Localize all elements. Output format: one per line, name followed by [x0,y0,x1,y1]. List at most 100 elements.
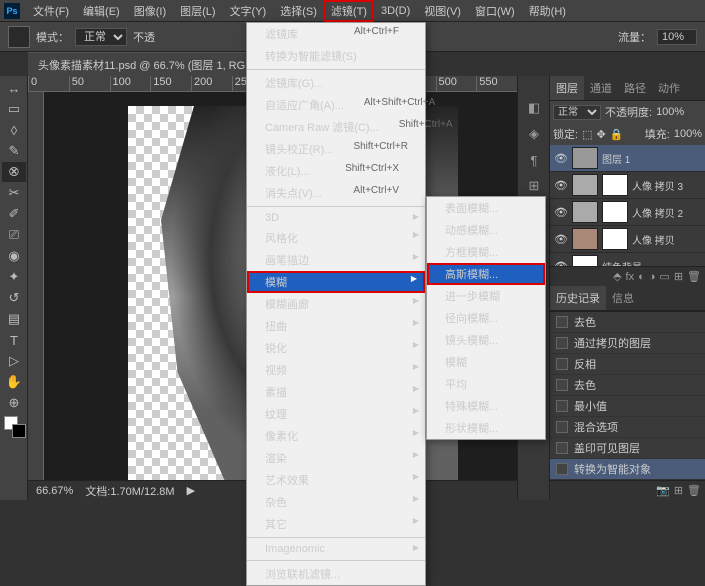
menu-item[interactable]: 扭曲 [247,315,425,337]
paths-tab[interactable]: 路径 [618,76,652,100]
layer-thumb[interactable] [572,255,598,266]
collapsed-panel-icon[interactable]: ◈ [522,122,546,146]
menu-item[interactable]: 纹理 [247,403,425,425]
blend-mode-select[interactable]: 正常 [75,28,127,46]
menu-item[interactable]: 3D [247,209,425,227]
menu-item[interactable]: 液化(L)...Shift+Ctrl+X [247,160,425,182]
fill-value[interactable]: 100% [674,128,702,140]
menu-item[interactable]: 高斯模糊... [427,263,545,285]
menu-item[interactable]: 动感模糊... [427,219,545,241]
mask-thumb[interactable] [602,174,628,196]
adjustment-layer-icon[interactable]: ◑ [649,271,656,283]
menu-item[interactable]: 其它 [247,513,425,535]
visibility-icon[interactable]: 👁 [554,179,568,192]
snapshot-icon[interactable]: 📷 [656,484,670,497]
history-item[interactable]: 混合选项 [550,417,705,438]
history-item[interactable]: 最小值 [550,396,705,417]
menu-item[interactable]: 模糊 [427,351,545,373]
new-state-icon[interactable]: ⊞ [674,484,683,497]
collapsed-panel-icon[interactable]: ¶ [522,148,546,172]
layer-row[interactable]: 👁人像 拷贝 3 [550,172,705,199]
tool-14[interactable]: ✋ [2,372,26,392]
mask-thumb[interactable] [602,201,628,223]
info-tab[interactable]: 信息 [606,286,640,310]
status-arrow-icon[interactable]: ▶ [187,484,195,497]
history-item[interactable]: 盖印可见图层 [550,438,705,459]
menu-item[interactable]: 镜头模糊... [427,329,545,351]
menu-item[interactable]: 模糊 [247,271,425,293]
menu-item[interactable]: 转换为智能滤镜(S) [247,45,425,67]
lock-all-icon[interactable]: 🔒 [610,128,624,141]
menu-item[interactable]: 像素化 [247,425,425,447]
layer-row[interactable]: 👁图层 1 [550,145,705,172]
menu-item[interactable]: 渲染 [247,447,425,469]
layer-fx-icon[interactable]: fx [626,271,635,283]
layer-mask-icon[interactable]: ◐ [638,271,645,283]
visibility-icon[interactable]: 👁 [554,206,568,219]
tool-6[interactable]: ✐ [2,204,26,224]
menu-item[interactable]: 表面模糊... [427,197,545,219]
history-tab[interactable]: 历史记录 [550,286,606,310]
menu-item[interactable]: 滤镜库Alt+Ctrl+F [247,23,425,45]
menu-3d[interactable]: 3D(D) [374,2,417,20]
zoom-level[interactable]: 66.67% [36,485,73,497]
menu-edit[interactable]: 编辑(E) [76,0,127,22]
new-layer-icon[interactable]: ⊞ [674,270,683,283]
tool-7[interactable]: ⎚ [2,225,26,245]
background-color[interactable] [12,424,26,438]
tool-8[interactable]: ◉ [2,246,26,266]
tool-preset[interactable] [8,26,30,48]
delete-layer-icon[interactable]: 🗑 [687,270,701,283]
tool-9[interactable]: ✦ [2,267,26,287]
tool-0[interactable]: ↔ [2,78,26,98]
layer-thumb[interactable] [572,174,598,196]
layer-blend-select[interactable]: 正常 [553,105,601,120]
history-item[interactable]: 去色 [550,375,705,396]
menu-item[interactable]: 锐化 [247,337,425,359]
menu-item[interactable]: 进一步模糊 [427,285,545,307]
menu-item[interactable]: 艺术效果 [247,469,425,491]
visibility-icon[interactable]: 👁 [554,152,568,165]
menu-layer[interactable]: 图层(L) [173,0,222,22]
menu-window[interactable]: 窗口(W) [468,0,522,22]
tool-11[interactable]: ▤ [2,309,26,329]
menu-item[interactable]: 自适应广角(A)...Alt+Shift+Ctrl+A [247,94,425,116]
layer-thumb[interactable] [572,228,598,250]
history-item[interactable]: 转换为智能对象 [550,459,705,480]
menu-item[interactable]: 素描 [247,381,425,403]
menu-item[interactable]: 杂色 [247,491,425,513]
menu-select[interactable]: 选择(S) [273,0,324,22]
history-item[interactable]: 去色 [550,312,705,333]
layer-thumb[interactable] [572,147,598,169]
layer-thumb[interactable] [572,201,598,223]
tool-10[interactable]: ↺ [2,288,26,308]
menu-item[interactable]: 画笔描边 [247,249,425,271]
history-item[interactable]: 通过拷贝的图层 [550,333,705,354]
tool-13[interactable]: ▷ [2,351,26,371]
link-layers-icon[interactable]: ⬘ [613,270,621,283]
collapsed-panel-icon[interactable]: ⊞ [522,174,546,198]
opacity-value[interactable]: 100% [656,106,684,118]
tool-5[interactable]: ✂ [2,183,26,203]
actions-tab[interactable]: 动作 [652,76,686,100]
menu-item[interactable]: 视频 [247,359,425,381]
menu-image[interactable]: 图像(I) [127,0,173,22]
menu-item[interactable]: 特殊模糊... [427,395,545,417]
menu-item[interactable]: 模糊画廊 [247,293,425,315]
menu-view[interactable]: 视图(V) [417,0,468,22]
menu-help[interactable]: 帮助(H) [522,0,573,22]
menu-item[interactable]: 平均 [427,373,545,395]
menu-item[interactable]: 径向模糊... [427,307,545,329]
layers-tab[interactable]: 图层 [550,76,584,100]
tool-1[interactable]: ▭ [2,99,26,119]
tool-15[interactable]: ⊕ [2,393,26,413]
history-item[interactable]: 反相 [550,354,705,375]
menu-item[interactable]: 滤镜库(G)... [247,72,425,94]
layer-row[interactable]: 👁纯色背景 [550,253,705,266]
layer-row[interactable]: 👁人像 拷贝 [550,226,705,253]
menu-item[interactable]: 镜头校正(R)...Shift+Ctrl+R [247,138,425,160]
layer-row[interactable]: 👁人像 拷贝 2 [550,199,705,226]
menu-item[interactable]: 风格化 [247,227,425,249]
tool-3[interactable]: ✎ [2,141,26,161]
tool-2[interactable]: ◊ [2,120,26,140]
